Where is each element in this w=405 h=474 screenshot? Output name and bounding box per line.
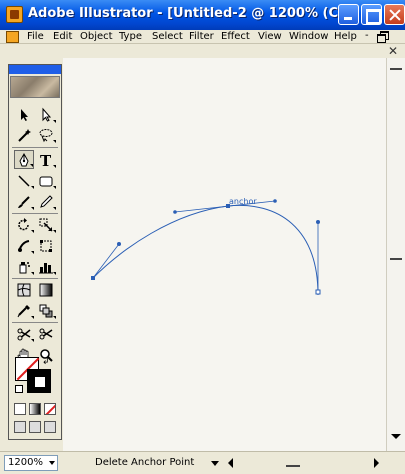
full-screen-menu-mode-button[interactable] [29,421,41,433]
toolbox-divider [12,147,58,148]
zoom-level-value: 1200% [8,457,43,468]
menu-file[interactable]: File [27,31,44,42]
symbol-sprayer-tool-icon[interactable] [14,257,34,276]
menu-help[interactable]: Help [334,31,357,42]
document-icon[interactable] [6,31,19,43]
stroke-swatch[interactable] [27,369,51,393]
illustrator-venus-logo[interactable] [10,76,60,98]
handle-line [174,200,276,213]
blend-tool-icon[interactable] [36,301,56,320]
fill-stroke-selector[interactable]: ↲ [15,357,57,397]
document-restore-icon[interactable] [377,31,389,43]
color-mode-button[interactable] [14,403,26,415]
document-close-icon[interactable]: ✕ [388,44,398,58]
menu-window[interactable]: Window [289,31,328,42]
menu-bar: File Edit Object Type Select Filter Effe… [0,30,405,44]
scale-tool-icon[interactable] [36,215,56,234]
full-screen-mode-button[interactable] [44,421,56,433]
close-button[interactable] [384,4,405,25]
maximize-button[interactable] [361,4,382,25]
column-graph-tool-icon[interactable] [36,257,56,276]
toolbox-divider [12,213,58,214]
magic-wand-tool-icon[interactable] [14,125,34,144]
path-drawing: anchor [91,197,321,296]
toolbox-title-bar[interactable] [9,65,61,74]
line-segment-tool-icon[interactable] [14,171,34,190]
minimize-button[interactable] [338,4,359,25]
bezier-path [92,204,319,296]
anchor-point [315,289,321,295]
default-fill-stroke-icon[interactable] [15,385,23,393]
type-tool-icon[interactable]: T [36,150,56,169]
window-title: Adobe Illustrator - [Untitled-2 @ 1200% … [28,6,338,21]
menu-edit[interactable]: Edit [53,31,72,42]
status-menu-arrow-icon[interactable] [211,461,219,466]
menu-effect[interactable]: Effect [221,31,250,42]
title-bar: Adobe Illustrator - [Untitled-2 @ 1200% … [0,0,405,30]
menu-view[interactable]: View [258,31,282,42]
swap-fill-stroke-icon[interactable]: ↲ [42,357,50,367]
gradient-mode-button[interactable] [29,403,41,415]
horizontal-scroll-thumb[interactable] [286,465,300,467]
eyedropper-tool-icon[interactable] [14,301,34,320]
menu-filter[interactable]: Filter [189,31,214,42]
artboard-canvas[interactable]: anchor [63,58,386,451]
scissors-tool-icon[interactable] [14,324,34,343]
menu-select[interactable]: Select [152,31,183,42]
toolbox-divider [12,278,58,279]
status-bar: 1200% Delete Anchor Point [0,451,405,474]
scroll-down-arrow-icon[interactable] [391,434,401,439]
illustrator-app-icon[interactable] [6,6,23,23]
rectangle-tool-icon[interactable] [36,171,56,190]
mesh-tool-icon[interactable] [14,280,34,299]
scroll-left-arrow-icon[interactable] [228,458,233,468]
chevron-down-icon[interactable] [49,461,55,465]
handle-point [273,199,277,203]
document-minimize-button[interactable]: - [365,30,369,41]
vertical-scrollbar[interactable] [386,58,405,451]
handle-line [92,243,120,279]
warp-tool-icon[interactable] [14,236,34,255]
handle-point [316,220,320,224]
lasso-tool-icon[interactable] [36,125,56,144]
handle-point [117,242,121,246]
menu-type[interactable]: Type [119,31,142,42]
gradient-tool-icon[interactable] [36,280,56,299]
svg-text:T: T [40,152,52,168]
anchor-point [91,276,95,280]
toolbox-panel: T ↲ [8,64,62,440]
standard-screen-mode-button[interactable] [14,421,26,433]
rotate-tool-icon[interactable] [14,215,34,234]
free-transform-tool-icon[interactable] [36,236,56,255]
selection-tool-icon[interactable] [14,105,34,124]
scroll-thumb[interactable] [390,258,402,260]
knife-tool-icon[interactable] [36,324,56,343]
smart-guide-anchor-label: anchor [229,197,257,206]
menu-object[interactable]: Object [80,31,113,42]
none-mode-button[interactable] [44,403,56,415]
scroll-up-mark[interactable] [390,68,402,70]
handle-point [173,210,177,214]
pen-tool-icon[interactable] [14,150,34,169]
status-tool-text: Delete Anchor Point [95,457,195,468]
paintbrush-tool-icon[interactable] [14,192,34,211]
direct-selection-tool-icon[interactable] [36,105,56,124]
toolbox-divider [12,322,58,323]
zoom-level-select[interactable]: 1200% [4,455,58,471]
scroll-right-arrow-icon[interactable] [374,458,379,468]
pencil-tool-icon[interactable] [36,192,56,211]
